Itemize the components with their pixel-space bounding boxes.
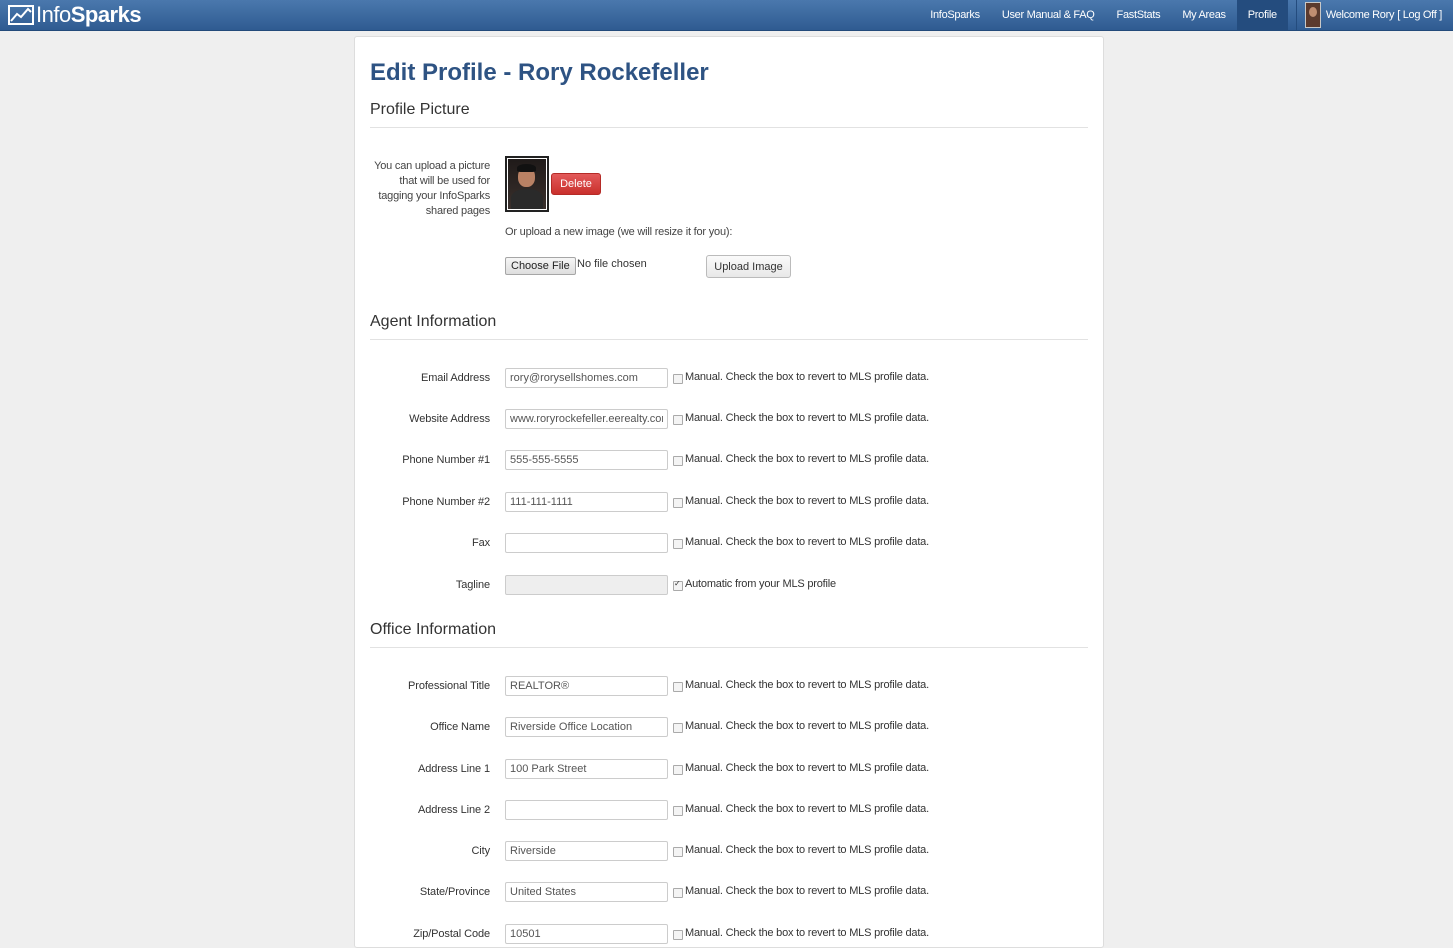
- form-row-professional-title: Professional Title Manual. Check the box…: [355, 676, 1103, 698]
- email-revert-checkbox[interactable]: [673, 374, 683, 384]
- state-label: State/Province: [419, 886, 490, 898]
- upload-hint: Or upload a new image (we will resize it…: [505, 226, 733, 238]
- form-row-state: State/Province Manual. Check the box to …: [355, 882, 1103, 904]
- phone2-label: Phone Number #2: [402, 496, 490, 508]
- address1-note: Manual. Check the box to revert to MLS p…: [685, 762, 929, 774]
- city-note: Manual. Check the box to revert to MLS p…: [685, 844, 929, 856]
- top-navbar: Info Sparks InfoSparks User Manual & FAQ …: [0, 0, 1453, 31]
- state-note: Manual. Check the box to revert to MLS p…: [685, 885, 929, 897]
- brand-name-part2: Sparks: [70, 2, 142, 27]
- address1-field[interactable]: [505, 759, 668, 779]
- form-row-office-name: Office Name Manual. Check the box to rev…: [355, 717, 1103, 739]
- welcome-text: Welcome Rory: [1325, 9, 1395, 21]
- fax-revert-checkbox[interactable]: [673, 539, 683, 549]
- website-field[interactable]: [505, 409, 668, 429]
- zip-field[interactable]: [505, 924, 668, 944]
- fax-note: Manual. Check the box to revert to MLS p…: [685, 536, 929, 548]
- main-nav: InfoSparks User Manual & FAQ FastStats M…: [919, 0, 1453, 30]
- choose-file-button[interactable]: Choose File: [505, 257, 576, 275]
- profile-photo: [508, 159, 546, 209]
- form-row-website: Website Address Manual. Check the box to…: [355, 409, 1103, 431]
- phone1-note: Manual. Check the box to revert to MLS p…: [685, 453, 929, 465]
- user-menu: Welcome Rory [ Log Off ]: [1295, 0, 1453, 30]
- address2-label: Address Line 2: [418, 804, 490, 816]
- profile-picture-description: You can upload a picture that will be us…: [374, 160, 490, 217]
- city-revert-checkbox[interactable]: [673, 847, 683, 857]
- office-information-heading: Office Information: [370, 621, 1088, 648]
- professional-title-label: Professional Title: [408, 680, 490, 692]
- city-field[interactable]: [505, 841, 668, 861]
- phone2-field[interactable]: [505, 492, 668, 512]
- address1-label: Address Line 1: [418, 763, 490, 775]
- nav-my-areas[interactable]: My Areas: [1171, 0, 1236, 30]
- form-row-email: Email Address Manual. Check the box to r…: [355, 368, 1103, 390]
- phone1-label: Phone Number #1: [402, 454, 490, 466]
- phone2-revert-checkbox[interactable]: [673, 498, 683, 508]
- edit-profile-panel: Edit Profile - Rory Rockefeller Profile …: [354, 36, 1104, 948]
- infosparks-logo[interactable]: Info Sparks: [8, 2, 142, 28]
- office-name-revert-checkbox[interactable]: [673, 723, 683, 733]
- nav-infosparks[interactable]: InfoSparks: [919, 0, 991, 30]
- state-field[interactable]: [505, 882, 668, 902]
- form-row-address2: Address Line 2 Manual. Check the box to …: [355, 800, 1103, 822]
- office-name-note: Manual. Check the box to revert to MLS p…: [685, 720, 929, 732]
- brand-name-part1: Info: [36, 2, 71, 27]
- zip-note: Manual. Check the box to revert to MLS p…: [685, 927, 929, 939]
- office-name-label: Office Name: [430, 721, 490, 733]
- nav-faststats[interactable]: FastStats: [1106, 0, 1172, 30]
- form-row-phone1: Phone Number #1 Manual. Check the box to…: [355, 450, 1103, 472]
- address1-revert-checkbox[interactable]: [673, 765, 683, 775]
- tagline-note: Automatic from your MLS profile: [685, 578, 836, 590]
- website-revert-checkbox[interactable]: [673, 415, 683, 425]
- profile-picture-thumbnail: [505, 156, 549, 212]
- no-file-text: No file chosen: [577, 258, 647, 270]
- user-avatar: [1304, 2, 1321, 28]
- phone1-field[interactable]: [505, 450, 668, 470]
- chart-logo-icon: [8, 5, 34, 25]
- address2-field[interactable]: [505, 800, 668, 820]
- professional-title-field[interactable]: [505, 676, 668, 696]
- professional-title-revert-checkbox[interactable]: [673, 682, 683, 692]
- address2-note: Manual. Check the box to revert to MLS p…: [685, 803, 929, 815]
- form-row-tagline: Tagline Automatic from your MLS profile: [355, 575, 1103, 597]
- form-row-zip: Zip/Postal Code Manual. Check the box to…: [355, 924, 1103, 946]
- logoff-link[interactable]: [ Log Off ]: [1397, 9, 1442, 21]
- page-title: Edit Profile - Rory Rockefeller: [370, 59, 709, 86]
- fax-label: Fax: [471, 537, 490, 549]
- nav-user-manual[interactable]: User Manual & FAQ: [991, 0, 1106, 30]
- agent-information-heading: Agent Information: [370, 313, 1088, 340]
- email-note: Manual. Check the box to revert to MLS p…: [685, 371, 929, 383]
- zip-label: Zip/Postal Code: [413, 928, 490, 940]
- email-field[interactable]: [505, 368, 668, 388]
- email-label: Email Address: [420, 372, 490, 384]
- state-revert-checkbox[interactable]: [673, 888, 683, 898]
- form-row-phone2: Phone Number #2 Manual. Check the box to…: [355, 492, 1103, 514]
- profile-picture-heading: Profile Picture: [370, 101, 1088, 128]
- address2-revert-checkbox[interactable]: [673, 806, 683, 816]
- phone1-revert-checkbox[interactable]: [673, 456, 683, 466]
- nav-profile[interactable]: Profile: [1236, 0, 1288, 30]
- tagline-auto-checkbox[interactable]: [673, 579, 683, 591]
- professional-title-note: Manual. Check the box to revert to MLS p…: [685, 679, 929, 691]
- delete-picture-button[interactable]: Delete: [551, 173, 601, 195]
- form-row-fax: Fax Manual. Check the box to revert to M…: [355, 533, 1103, 555]
- phone2-note: Manual. Check the box to revert to MLS p…: [685, 495, 929, 507]
- form-row-city: City Manual. Check the box to revert to …: [355, 841, 1103, 863]
- city-label: City: [471, 845, 490, 857]
- fax-field[interactable]: [505, 533, 668, 553]
- tagline-label: Tagline: [455, 579, 490, 591]
- zip-revert-checkbox[interactable]: [673, 930, 683, 940]
- upload-image-button[interactable]: Upload Image: [706, 255, 791, 278]
- form-row-address1: Address Line 1 Manual. Check the box to …: [355, 759, 1103, 781]
- website-note: Manual. Check the box to revert to MLS p…: [685, 412, 929, 424]
- tagline-field: [505, 575, 668, 595]
- website-label: Website Address: [409, 413, 490, 425]
- office-name-field[interactable]: [505, 717, 668, 737]
